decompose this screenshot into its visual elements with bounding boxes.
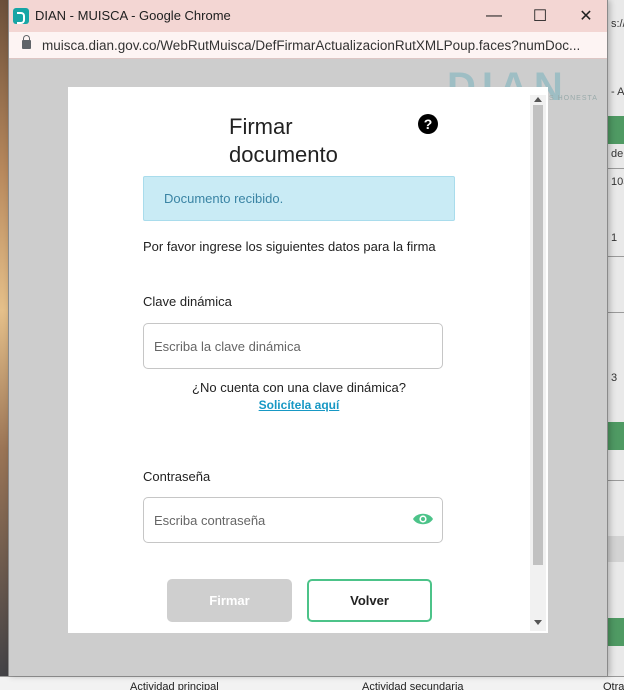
background-page-right-edge: s:// - A de 103 1 3	[608, 0, 624, 690]
bg-column-label: Otra	[603, 681, 624, 690]
close-button[interactable]: ✕	[563, 0, 609, 32]
bg-green-bar	[608, 116, 624, 144]
bg-divider	[608, 256, 624, 257]
instructions-text: Por favor ingrese los siguientes datos p…	[143, 239, 436, 254]
minimize-button[interactable]: —	[471, 0, 517, 32]
eye-icon[interactable]	[412, 512, 434, 526]
chrome-popup-window: DIAN - MUISCA - Google Chrome — ☐ ✕ muis…	[8, 0, 608, 676]
dian-logo-tagline: S HONESTA	[549, 95, 598, 102]
bg-divider	[608, 312, 624, 313]
bg-fragment: de	[611, 148, 624, 160]
contrasena-label: Contraseña	[143, 469, 211, 484]
desktop-background	[0, 0, 8, 690]
bg-column-label: Actividad secundaria	[362, 681, 464, 690]
clave-dinamica-input[interactable]	[154, 336, 394, 356]
firmar-documento-dialog: Firmar documento ? Documento recibido. P…	[68, 87, 548, 633]
no-cuenta-text: ¿No cuenta con una clave dinámica?	[192, 380, 406, 395]
scroll-up-arrow-icon[interactable]	[534, 97, 542, 102]
window-titlebar[interactable]: DIAN - MUISCA - Google Chrome — ☐ ✕	[9, 0, 607, 32]
url-text[interactable]: muisca.dian.gov.co/WebRutMuisca/DefFirma…	[42, 38, 598, 53]
bg-column-label: Actividad principal	[130, 681, 219, 690]
bg-fragment: 1	[611, 232, 618, 244]
contrasena-input[interactable]	[154, 510, 394, 530]
page-viewport: DIAN S HONESTA Firmar documento ? Docume…	[9, 59, 607, 676]
window-title: DIAN - MUISCA - Google Chrome	[35, 8, 231, 23]
bg-fragment: s://	[611, 18, 624, 30]
solicitela-link[interactable]: Solicítela aquí	[143, 398, 455, 412]
status-alert: Documento recibido.	[143, 176, 455, 221]
dialog-scrollbar[interactable]	[530, 95, 546, 631]
bg-fragment: 103	[611, 176, 624, 188]
address-bar[interactable]: muisca.dian.gov.co/WebRutMuisca/DefFirma…	[9, 32, 607, 59]
dialog-title: Firmar documento	[229, 114, 338, 167]
scrollbar-thumb[interactable]	[533, 105, 543, 565]
bg-fragment: - A	[611, 86, 624, 98]
bg-divider	[608, 480, 624, 481]
bg-fragment: 3	[611, 372, 618, 384]
scroll-down-arrow-icon[interactable]	[534, 620, 542, 625]
bg-green-bar	[608, 618, 624, 646]
firmar-button[interactable]: Firmar	[167, 579, 292, 622]
bg-divider	[608, 168, 624, 169]
background-page-bottom: Actividad principal Actividad secundaria…	[0, 676, 624, 690]
dian-app-icon	[13, 8, 29, 24]
volver-button[interactable]: Volver	[307, 579, 432, 622]
help-icon[interactable]: ?	[418, 114, 438, 134]
lock-icon[interactable]	[22, 35, 31, 49]
contrasena-field[interactable]	[143, 497, 443, 543]
maximize-button[interactable]: ☐	[517, 0, 563, 32]
bg-gray-bar	[608, 536, 624, 562]
clave-dinamica-label: Clave dinámica	[143, 294, 232, 309]
clave-dinamica-field[interactable]	[143, 323, 443, 369]
bg-green-bar	[608, 422, 624, 450]
